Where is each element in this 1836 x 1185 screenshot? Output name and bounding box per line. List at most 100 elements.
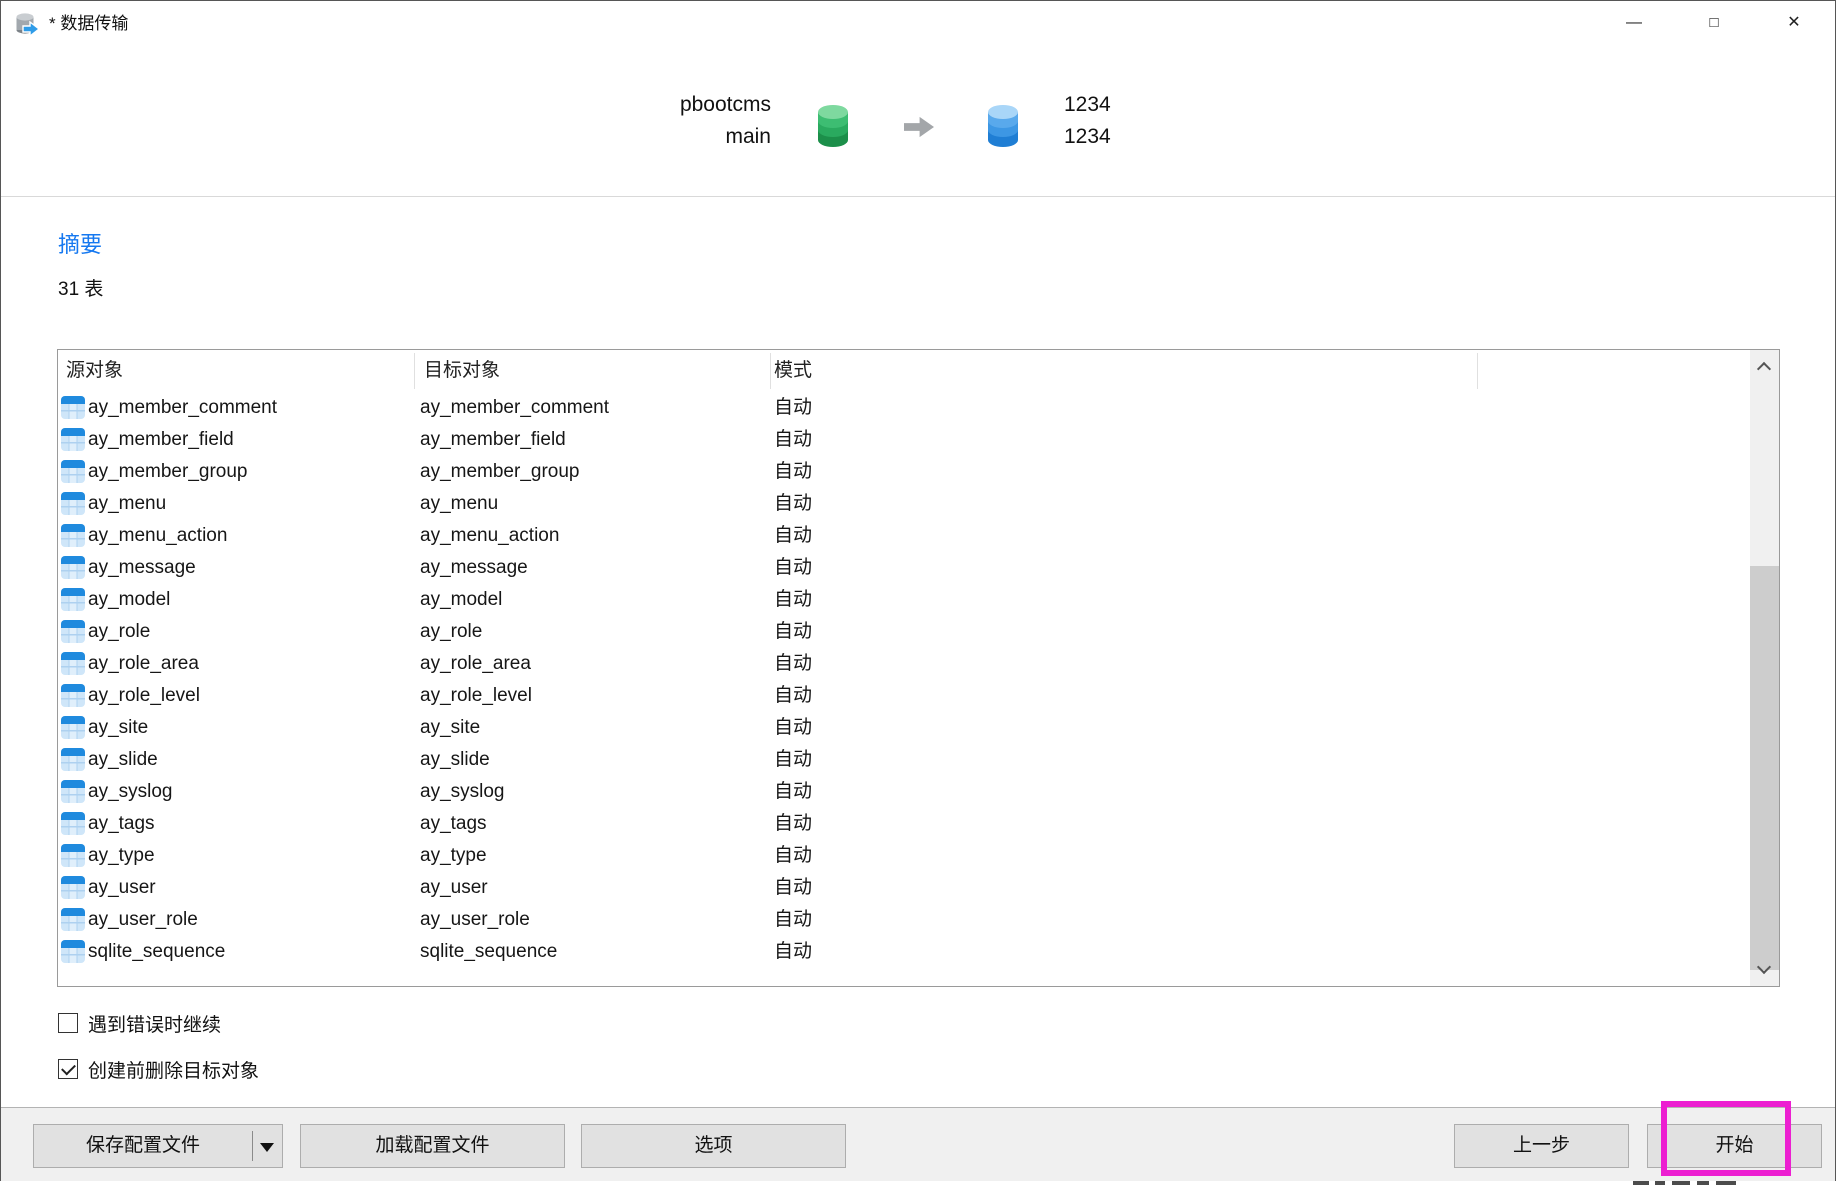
- data-transfer-window: * 数据传输 — □ ✕ pbootcms main: [0, 0, 1836, 1181]
- vertical-scrollbar[interactable]: [1750, 350, 1779, 986]
- split-separator: [252, 1131, 253, 1161]
- object-mode: 自动: [774, 520, 812, 552]
- maximize-button[interactable]: □: [1687, 1, 1741, 47]
- source-object-name: ay_member_comment: [88, 392, 277, 424]
- summary-table-count: 31 表: [58, 274, 103, 301]
- background-window-fragment: [1716, 1181, 1736, 1185]
- target-object-name: ay_menu: [420, 488, 498, 520]
- table-icon: [61, 780, 85, 803]
- load-profile-button[interactable]: 加载配置文件: [300, 1124, 565, 1168]
- minimize-button[interactable]: —: [1607, 1, 1661, 47]
- source-object-name: ay_user_role: [88, 904, 198, 936]
- source-object-name: ay_member_field: [88, 424, 234, 456]
- target-object-name: ay_role_area: [420, 648, 531, 680]
- table-row[interactable]: ay_syslog ay_syslog 自动: [58, 776, 1748, 808]
- table-icon: [61, 844, 85, 867]
- object-mode: 自动: [774, 904, 812, 936]
- titlebar: * 数据传输 — □ ✕: [1, 1, 1835, 47]
- continue-on-error-checkbox[interactable]: [58, 1013, 78, 1033]
- column-header-mode[interactable]: 模式: [774, 350, 812, 392]
- summary-heading: 摘要: [58, 227, 102, 259]
- table-row[interactable]: ay_type ay_type 自动: [58, 840, 1748, 872]
- source-object-name: ay_user: [88, 872, 156, 904]
- background-window-fragment: [1633, 1181, 1649, 1185]
- target-object-name: sqlite_sequence: [420, 936, 557, 968]
- target-object-name: ay_role_level: [420, 680, 532, 712]
- table-row[interactable]: ay_member_group ay_member_group 自动: [58, 456, 1748, 488]
- target-object-name: ay_model: [420, 584, 502, 616]
- object-mode: 自动: [774, 712, 812, 744]
- table-row[interactable]: ay_slide ay_slide 自动: [58, 744, 1748, 776]
- dropdown-arrow-icon[interactable]: [260, 1143, 274, 1152]
- option-continue-on-error[interactable]: 遇到错误时继续: [58, 1012, 221, 1034]
- object-mode: 自动: [774, 872, 812, 904]
- source-object-name: ay_tags: [88, 808, 155, 840]
- table-row[interactable]: ay_role_level ay_role_level 自动: [58, 680, 1748, 712]
- column-separator: [414, 353, 415, 389]
- source-object-name: ay_model: [88, 584, 170, 616]
- table-row[interactable]: ay_menu_action ay_menu_action 自动: [58, 520, 1748, 552]
- target-object-name: ay_member_comment: [420, 392, 609, 424]
- table-icon: [61, 716, 85, 739]
- source-database-label: main: [461, 121, 771, 153]
- table-row[interactable]: ay_model ay_model 自动: [58, 584, 1748, 616]
- scroll-up-icon[interactable]: [1757, 362, 1771, 376]
- target-object-name: ay_user: [420, 872, 488, 904]
- object-mode: 自动: [774, 488, 812, 520]
- table-row[interactable]: ay_user_role ay_user_role 自动: [58, 904, 1748, 936]
- source-object-name: ay_member_group: [88, 456, 247, 488]
- table-row[interactable]: ay_user ay_user 自动: [58, 872, 1748, 904]
- object-mode: 自动: [774, 744, 812, 776]
- table-row[interactable]: ay_role_area ay_role_area 自动: [58, 648, 1748, 680]
- option-drop-target-before-create[interactable]: 创建前删除目标对象: [58, 1058, 259, 1080]
- table-icon: [61, 460, 85, 483]
- target-object-name: ay_menu_action: [420, 520, 559, 552]
- column-header-target[interactable]: 目标对象: [424, 350, 500, 392]
- background-window-fragment: [1655, 1181, 1665, 1185]
- screen: * 数据传输 — □ ✕ pbootcms main: [0, 0, 1836, 1185]
- target-connection-label: 1234: [1064, 89, 1374, 121]
- target-object-name: ay_member_group: [420, 456, 579, 488]
- table-icon: [61, 428, 85, 451]
- table-row[interactable]: ay_site ay_site 自动: [58, 712, 1748, 744]
- source-object-name: ay_type: [88, 840, 155, 872]
- save-profile-button[interactable]: 保存配置文件: [33, 1124, 283, 1168]
- object-mode: 自动: [774, 616, 812, 648]
- source-object-name: ay_menu: [88, 488, 166, 520]
- object-mode: 自动: [774, 808, 812, 840]
- grid-rows: ay_member_comment ay_member_comment 自动 a…: [58, 392, 1748, 968]
- target-database-icon: [985, 104, 1021, 148]
- table-row[interactable]: ay_message ay_message 自动: [58, 552, 1748, 584]
- column-header-source[interactable]: 源对象: [66, 350, 123, 392]
- table-row[interactable]: sqlite_sequence sqlite_sequence 自动: [58, 936, 1748, 968]
- object-mode: 自动: [774, 936, 812, 968]
- source-object-name: ay_role_level: [88, 680, 200, 712]
- object-grid: 源对象 目标对象 模式 ay_member_comment ay_member_…: [57, 349, 1780, 987]
- table-row[interactable]: ay_menu ay_menu 自动: [58, 488, 1748, 520]
- previous-step-button[interactable]: 上一步: [1454, 1124, 1629, 1168]
- source-connection-label: pbootcms: [461, 89, 771, 121]
- table-row[interactable]: ay_member_field ay_member_field 自动: [58, 424, 1748, 456]
- window-title: * 数据传输: [49, 1, 128, 47]
- source-database-icon: [815, 104, 851, 148]
- source-object-name: ay_slide: [88, 744, 158, 776]
- options-button[interactable]: 选项: [581, 1124, 846, 1168]
- source-object-name: sqlite_sequence: [88, 936, 225, 968]
- table-icon: [61, 524, 85, 547]
- table-icon: [61, 492, 85, 515]
- table-row[interactable]: ay_tags ay_tags 自动: [58, 808, 1748, 840]
- object-mode: 自动: [774, 648, 812, 680]
- object-mode: 自动: [774, 840, 812, 872]
- background-window-fragment: [1697, 1181, 1709, 1185]
- drop-target-checkbox[interactable]: [58, 1059, 78, 1079]
- table-row[interactable]: ay_role ay_role 自动: [58, 616, 1748, 648]
- source-object-name: ay_message: [88, 552, 196, 584]
- source-labels: pbootcms main: [461, 89, 771, 153]
- target-database-label: 1234: [1064, 121, 1374, 153]
- grid-header: 源对象 目标对象 模式: [58, 350, 1779, 392]
- target-object-name: ay_syslog: [420, 776, 505, 808]
- close-button[interactable]: ✕: [1767, 1, 1821, 47]
- scrollbar-thumb[interactable]: [1750, 566, 1779, 970]
- table-row[interactable]: ay_member_comment ay_member_comment 自动: [58, 392, 1748, 424]
- object-mode: 自动: [774, 392, 812, 424]
